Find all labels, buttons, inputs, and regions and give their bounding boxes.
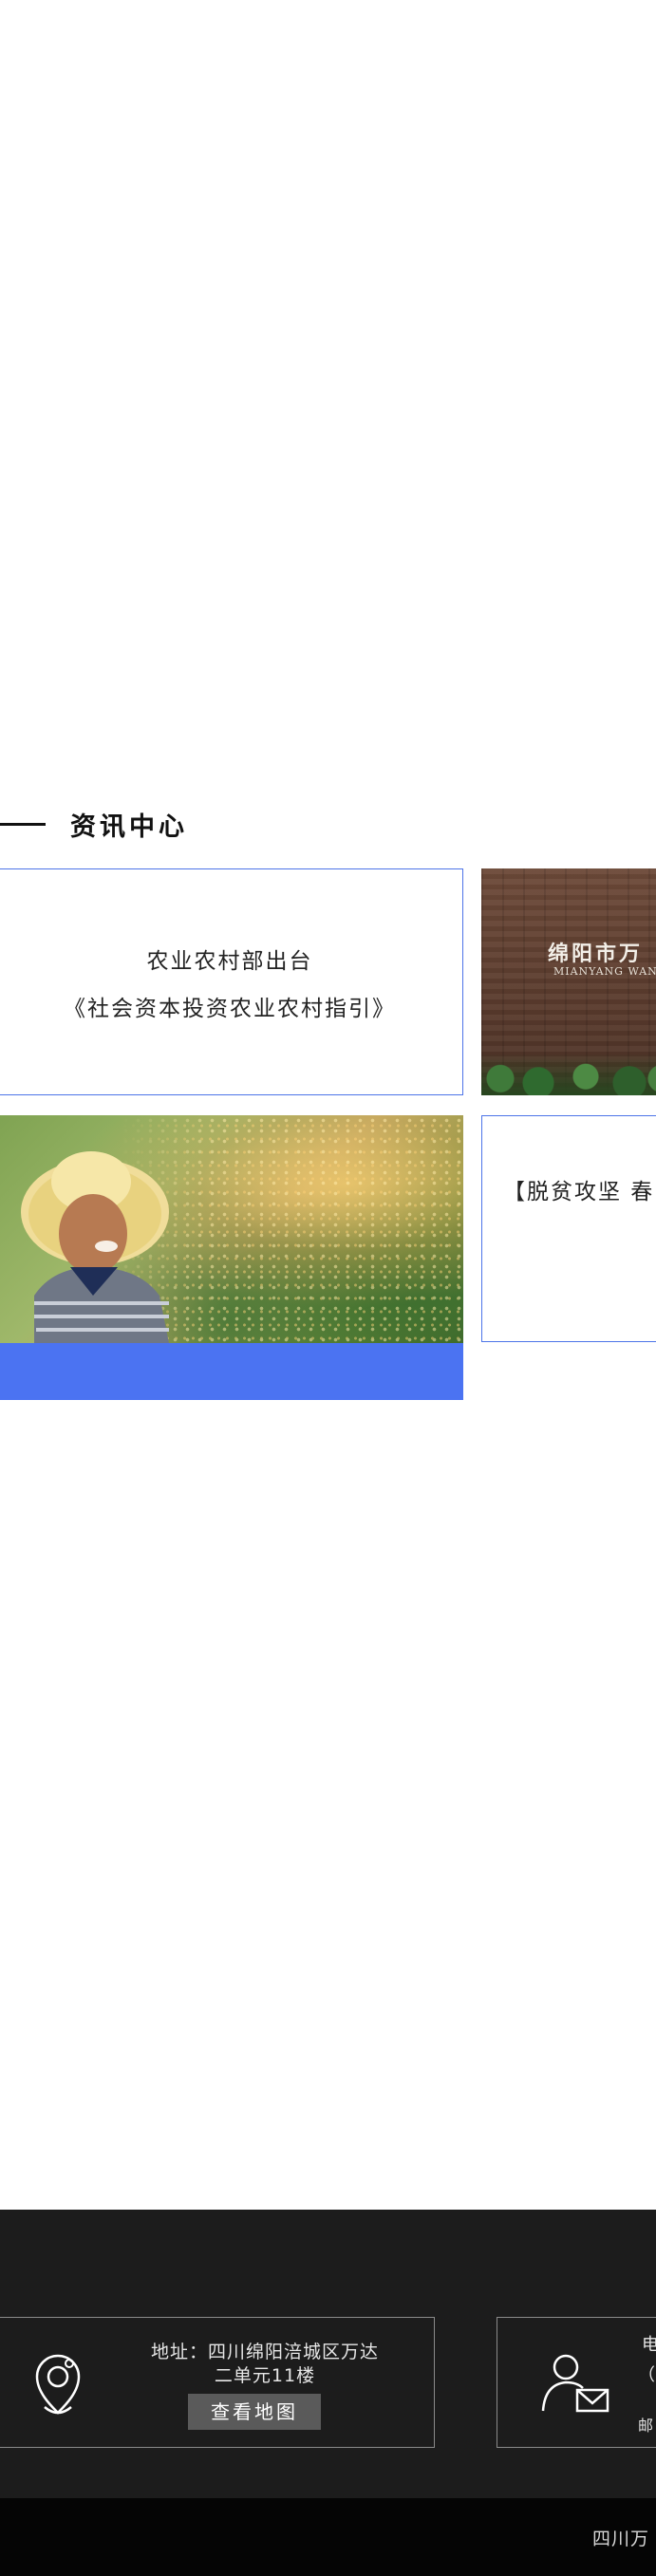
- farmer-photo: [0, 1115, 463, 1343]
- news-card-policy[interactable]: 农业农村部出台 《社会资本投资农业农村指引》: [0, 868, 463, 1095]
- title-accent-bar: [0, 822, 46, 826]
- contact-box: 电 （ 邮: [497, 2317, 656, 2448]
- copyright-bar: 四川万: [0, 2498, 656, 2576]
- news-card-title-line1: 农业农村部出台: [146, 949, 313, 974]
- news-card-mianyang-image[interactable]: 绵阳市万 MIANYANG WAN: [481, 868, 656, 1095]
- location-pin-icon: [35, 2354, 81, 2415]
- news-card-title-line2: 《社会资本投资农业农村指引》: [64, 997, 396, 1021]
- phone-label: 电: [642, 2335, 656, 2355]
- address-line1: 地址：四川绵阳涪城区万达: [150, 2342, 379, 2362]
- user-mail-icon: [541, 2354, 609, 2413]
- site-footer: 地址：四川绵阳涪城区万达 二单元11楼 查看地图 电 （ 邮: [0, 2210, 656, 2498]
- copyright-text: 四川万: [592, 2529, 650, 2549]
- email-label: 邮: [638, 2417, 654, 2435]
- address-line2: 二单元11楼: [214, 2365, 316, 2386]
- view-map-button[interactable]: 查看地图: [188, 2394, 321, 2430]
- address-box: 地址：四川绵阳涪城区万达 二单元11楼 查看地图: [0, 2317, 435, 2448]
- sign-english-text: MIANYANG WAN: [553, 965, 656, 978]
- card-accent-band: [0, 1343, 463, 1400]
- phone-number: （: [638, 2365, 655, 2385]
- news-card-title: 【脱贫攻坚 春: [503, 1180, 655, 1204]
- news-card-poverty[interactable]: 【脱贫攻坚 春: [481, 1115, 656, 1342]
- section-title: 资讯中心: [70, 812, 188, 842]
- news-card-farmer[interactable]: [0, 1115, 463, 1400]
- plants-decoration: [481, 1054, 656, 1095]
- news-section-header: 资讯中心: [0, 805, 188, 843]
- sign-chinese-text: 绵阳市万: [548, 942, 644, 966]
- address-text: 地址：四川绵阳涪城区万达 二单元11楼: [132, 2341, 398, 2388]
